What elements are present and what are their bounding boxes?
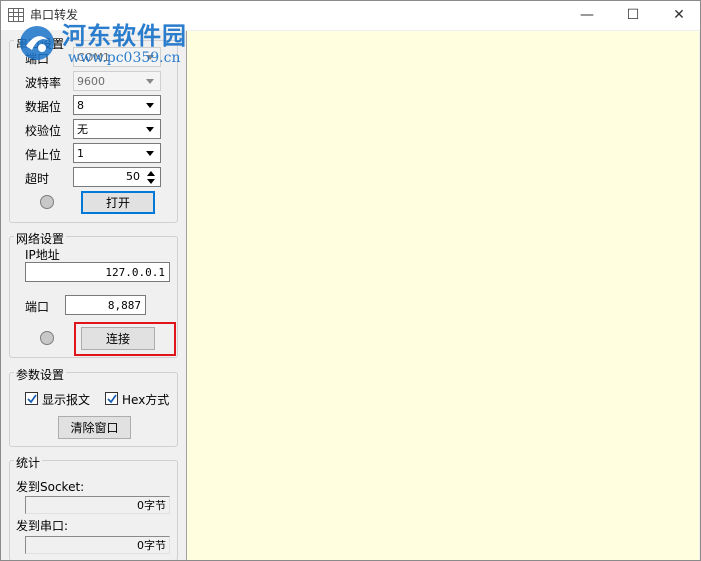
to-socket-count: 0字节 bbox=[25, 496, 170, 514]
to-socket-label: 发到Socket: bbox=[16, 480, 85, 494]
stepper-down-icon[interactable] bbox=[147, 179, 155, 184]
parity-label: 校验位 bbox=[25, 124, 62, 138]
databits-label: 数据位 bbox=[25, 100, 62, 114]
checkmark-icon bbox=[107, 394, 117, 404]
minimize-button[interactable]: — bbox=[564, 0, 610, 30]
clear-window-button[interactable]: 清除窗口 bbox=[58, 416, 131, 439]
maximize-button[interactable]: ☐ bbox=[610, 0, 656, 30]
to-serial-count: 0字节 bbox=[25, 536, 170, 554]
parity-select[interactable]: 无 bbox=[73, 119, 161, 139]
hex-mode-checkbox[interactable] bbox=[105, 392, 118, 405]
params-settings-title: 参数设置 bbox=[14, 366, 67, 383]
databits-select[interactable]: 8 bbox=[73, 95, 161, 115]
baud-value: 9600 bbox=[77, 74, 105, 88]
baud-select[interactable]: 9600 bbox=[73, 71, 161, 91]
chevron-down-icon bbox=[146, 55, 154, 60]
checkmark-icon bbox=[27, 394, 37, 404]
stopbits-value: 1 bbox=[77, 146, 84, 160]
minimize-icon: — bbox=[580, 7, 594, 23]
show-message-checkbox[interactable] bbox=[25, 392, 38, 405]
close-button[interactable]: ✕ bbox=[656, 0, 701, 30]
timeout-label: 超时 bbox=[25, 172, 50, 186]
network-settings-title: 网络设置 bbox=[14, 230, 67, 247]
maximize-icon: ☐ bbox=[626, 7, 640, 23]
to-serial-label: 发到串口: bbox=[16, 519, 69, 533]
ip-label: IP地址 bbox=[25, 248, 60, 262]
databits-value: 8 bbox=[77, 98, 84, 112]
stopbits-label: 停止位 bbox=[25, 148, 62, 162]
port-value: COM1 bbox=[77, 50, 110, 64]
ip-address-field[interactable]: 127.0.0.1 bbox=[25, 262, 170, 282]
stopbits-select[interactable]: 1 bbox=[73, 143, 161, 163]
connect-button[interactable]: 连接 bbox=[81, 327, 155, 350]
chevron-down-icon bbox=[146, 127, 154, 132]
chevron-down-icon bbox=[146, 79, 154, 84]
port-select[interactable]: COM1 bbox=[73, 47, 161, 67]
timeout-value: 50 bbox=[126, 170, 140, 183]
net-port-field[interactable]: 8,887 bbox=[65, 295, 146, 315]
baud-label: 波特率 bbox=[25, 76, 62, 90]
port-label: 端口 bbox=[25, 52, 50, 66]
app-icon bbox=[8, 8, 24, 22]
network-status-indicator bbox=[40, 331, 54, 345]
hex-mode-label: Hex方式 bbox=[122, 393, 170, 407]
stats-title: 统计 bbox=[14, 454, 43, 471]
parity-value: 无 bbox=[77, 123, 88, 136]
chevron-down-icon bbox=[146, 151, 154, 156]
show-message-label: 显示报文 bbox=[42, 393, 91, 407]
chevron-down-icon bbox=[146, 103, 154, 108]
serial-status-indicator bbox=[40, 195, 54, 209]
net-port-label: 端口 bbox=[25, 300, 50, 314]
timeout-stepper[interactable]: 50 bbox=[73, 167, 161, 187]
output-text-area[interactable] bbox=[186, 31, 699, 560]
stepper-up-icon[interactable] bbox=[147, 171, 155, 176]
window-title: 串口转发 bbox=[30, 8, 79, 22]
close-icon: ✕ bbox=[673, 7, 685, 23]
open-button[interactable]: 打开 bbox=[81, 191, 155, 214]
